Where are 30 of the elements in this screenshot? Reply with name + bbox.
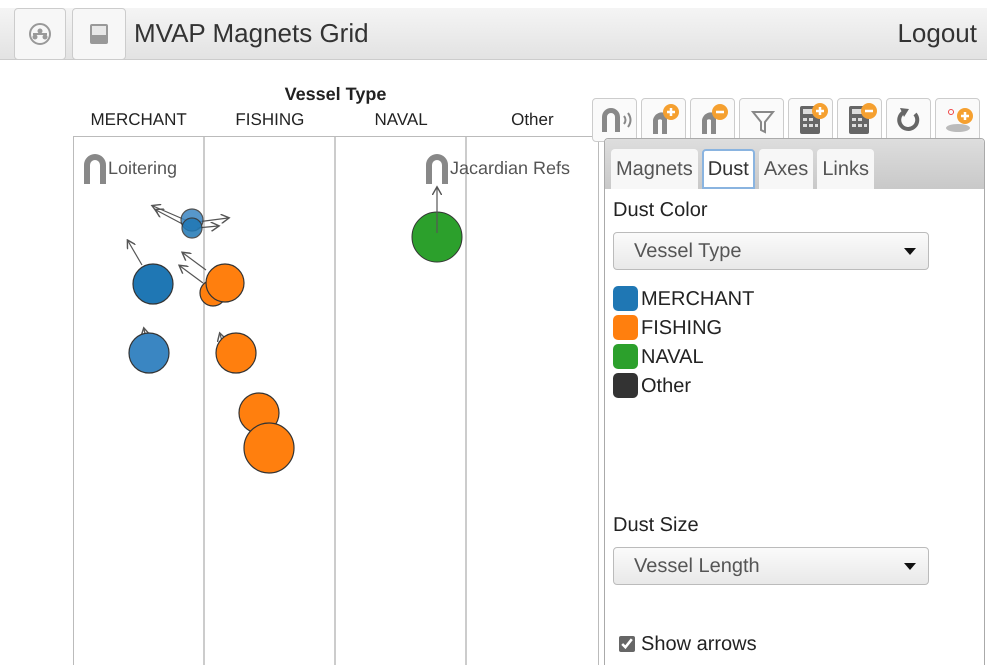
network-icon: [28, 22, 52, 46]
legend-label: Other: [641, 374, 692, 398]
field-label: Dust Color: [613, 198, 708, 223]
save-icon: [90, 24, 108, 44]
tab[interactable]: Axes: [758, 149, 814, 189]
column-header: MERCHANT: [90, 110, 187, 129]
logout-link[interactable]: Logout: [897, 14, 977, 53]
magnet-label[interactable]: Jacardian Refs: [450, 154, 570, 182]
column-header: NAVAL: [374, 110, 428, 129]
checkbox[interactable]: [619, 636, 635, 652]
save-button[interactable]: [72, 8, 126, 60]
column-header: Other: [511, 110, 554, 129]
caret-icon: [904, 562, 916, 570]
magnet-label[interactable]: Loitering: [108, 154, 178, 182]
legend-label: FISHING: [641, 316, 722, 340]
legend-label: MERCHANT: [641, 286, 754, 312]
column-header: FISHING: [235, 110, 304, 129]
dropdown[interactable]: Vessel Type: [613, 232, 929, 270]
field-label: Dust Size: [613, 513, 699, 538]
app-title: MVAP Magnets Grid: [134, 17, 369, 50]
tab[interactable]: Links: [817, 149, 874, 189]
magnet-signal-button[interactable]: [592, 98, 637, 142]
checkbox-label[interactable]: Show arrows: [641, 631, 757, 657]
layout-button[interactable]: [14, 8, 66, 60]
dropdown[interactable]: Vessel Length: [613, 547, 929, 585]
caret-icon: [904, 248, 916, 254]
legend-label: NAVAL: [641, 344, 704, 370]
tab[interactable]: Dust: [702, 149, 755, 189]
tab[interactable]: Magnets: [611, 149, 698, 189]
axis-title: Vessel Type: [284, 83, 386, 105]
